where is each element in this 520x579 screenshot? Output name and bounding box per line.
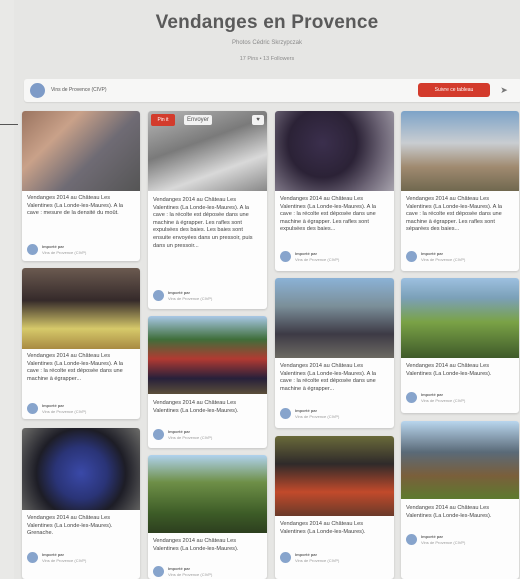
pin-description: Vendanges 2014 au Château Les Valentines… — [27, 195, 123, 217]
pin-description: Vendanges 2014 au Château Les Valentines… — [27, 353, 123, 382]
pin-source[interactable]: Vins de Provence (CIVP) — [421, 257, 465, 262]
like-icon[interactable]: ♥ — [252, 115, 264, 125]
pin-description: Vendanges 2014 au Château Les Valentines… — [27, 515, 113, 537]
pin-photo[interactable] — [275, 278, 394, 358]
pin-card[interactable]: Vendanges 2014 au Château Les Valentines… — [275, 278, 394, 428]
pin-photo[interactable] — [401, 278, 519, 358]
pinned-by-label: Importé par — [42, 403, 65, 408]
pin-card[interactable]: Vendanges 2014 au Château Les Valentines… — [22, 268, 140, 419]
pin-attribution: Importé par Vins de Provence (CIVP) — [153, 288, 262, 304]
pin-card[interactable]: Vendanges 2014 au Château Les Valentines… — [148, 455, 267, 579]
pin-photo[interactable] — [22, 268, 140, 349]
pin-photo[interactable] — [401, 111, 519, 191]
pin-it-button[interactable]: Pin it — [151, 114, 175, 126]
pin-source[interactable]: Vins de Provence (CIVP) — [42, 558, 86, 563]
pin-description: Vendanges 2014 au Château Les Valentines… — [153, 197, 253, 249]
pinned-by-label: Importé par — [421, 534, 444, 539]
pin-card[interactable]: Vendanges 2014 au Château Les Valentines… — [148, 316, 267, 448]
pin-photo[interactable] — [401, 421, 519, 499]
owner-name[interactable]: Vins de Provence (CIVP) — [51, 87, 107, 93]
pinned-by-label: Importé par — [168, 429, 191, 434]
avatar[interactable] — [153, 429, 164, 440]
pin-card[interactable]: Vendanges 2014 au Château Les Valentines… — [22, 111, 140, 261]
pin-card[interactable]: Vendanges 2014 au Château Les Valentines… — [401, 421, 519, 579]
avatar[interactable] — [27, 403, 38, 414]
avatar[interactable] — [280, 408, 291, 419]
pinned-by-label: Importé par — [42, 552, 65, 557]
pinned-by-label: Importé par — [168, 290, 191, 295]
pin-attribution: Importé par Vins de Provence (CIVP) — [406, 249, 514, 265]
pin-card[interactable]: Vendanges 2014 au Château Les Valentines… — [275, 111, 394, 271]
pinned-by-label: Importé par — [295, 251, 318, 256]
board-owner-bar: Vins de Provence (CIVP) Suivre ce tablea… — [24, 79, 520, 102]
pin-description: Vendanges 2014 au Château Les Valentines… — [406, 505, 492, 519]
pin-photo[interactable] — [148, 316, 267, 394]
pin-card[interactable]: Pin it Envoyer ♥ Vendanges 2014 au Châte… — [148, 111, 267, 309]
pin-description: Vendanges 2014 au Château Les Valentines… — [280, 196, 376, 233]
pin-card[interactable]: Vendanges 2014 au Château Les Valentines… — [22, 428, 140, 579]
pinned-by-label: Importé par — [168, 566, 191, 571]
pin-photo[interactable] — [22, 428, 140, 510]
pin-attribution: Importé par Vins de Provence (CIVP) — [27, 242, 135, 258]
pin-card[interactable]: Vendanges 2014 au Château Les Valentines… — [275, 436, 394, 579]
pin-photo[interactable] — [275, 111, 394, 191]
pin-photo[interactable] — [275, 436, 394, 516]
pin-source[interactable]: Vins de Provence (CIVP) — [295, 414, 339, 419]
pin-card[interactable]: Vendanges 2014 au Château Les Valentines… — [401, 278, 519, 413]
pin-attribution: Importé par Vins de Provence (CIVP) — [406, 390, 514, 406]
pin-photo[interactable] — [22, 111, 140, 191]
pin-attribution: Importé par Vins de Provence (CIVP) — [406, 532, 514, 548]
pin-description: Vendanges 2014 au Château Les Valentines… — [280, 521, 366, 535]
send-icon[interactable]: ➤ — [498, 84, 510, 96]
pin-attribution: Importé par Vins de Provence (CIVP) — [27, 550, 135, 566]
pin-description: Vendanges 2014 au Château Les Valentines… — [406, 196, 502, 233]
pin-attribution: Importé par Vins de Provence (CIVP) — [280, 249, 389, 265]
avatar[interactable] — [406, 534, 417, 545]
pin-attribution: Importé par Vins de Provence (CIVP) — [153, 564, 262, 579]
pin-source[interactable]: Vins de Provence (CIVP) — [421, 540, 465, 545]
pinned-by-label: Importé par — [295, 408, 318, 413]
board-title: Vendanges en Provence — [155, 12, 379, 33]
pin-description: Vendanges 2014 au Château Les Valentines… — [406, 363, 492, 377]
pinned-by-label: Importé par — [421, 392, 444, 397]
board-header: Vendanges en Provence Photos Cédric Skrz… — [14, 0, 520, 78]
avatar[interactable] — [406, 392, 417, 403]
pin-source[interactable]: Vins de Provence (CIVP) — [42, 250, 86, 255]
pin-description: Vendanges 2014 au Château Les Valentines… — [280, 363, 376, 392]
pin-attribution: Importé par Vins de Provence (CIVP) — [280, 406, 389, 422]
follow-board-button[interactable]: Suivre ce tableau — [418, 83, 490, 97]
edge-divider — [0, 124, 18, 125]
avatar[interactable] — [153, 566, 164, 577]
pin-photo[interactable] — [148, 455, 267, 533]
pinned-by-label: Importé par — [42, 244, 65, 249]
avatar[interactable] — [153, 290, 164, 301]
pin-attribution: Importé par Vins de Provence (CIVP) — [280, 550, 389, 566]
pinned-by-label: Importé par — [421, 251, 444, 256]
pin-source[interactable]: Vins de Provence (CIVP) — [295, 558, 339, 563]
pin-card[interactable]: Vendanges 2014 au Château Les Valentines… — [401, 111, 519, 271]
pin-source[interactable]: Vins de Provence (CIVP) — [295, 257, 339, 262]
pin-source[interactable]: Vins de Provence (CIVP) — [168, 572, 212, 577]
pin-source[interactable]: Vins de Provence (CIVP) — [168, 435, 212, 440]
pin-source[interactable]: Vins de Provence (CIVP) — [168, 296, 212, 301]
avatar[interactable] — [280, 552, 291, 563]
pin-attribution: Importé par Vins de Provence (CIVP) — [153, 427, 262, 443]
avatar[interactable] — [27, 244, 38, 255]
send-button[interactable]: Envoyer — [184, 115, 213, 125]
pin-description: Vendanges 2014 au Château Les Valentines… — [153, 400, 239, 414]
pin-source[interactable]: Vins de Provence (CIVP) — [421, 398, 465, 403]
avatar[interactable] — [280, 251, 291, 262]
avatar[interactable] — [30, 83, 45, 98]
avatar[interactable] — [27, 552, 38, 563]
pin-attribution: Importé par Vins de Provence (CIVP) — [27, 401, 135, 417]
pinned-by-label: Importé par — [295, 552, 318, 557]
avatar[interactable] — [406, 251, 417, 262]
pin-description: Vendanges 2014 au Château Les Valentines… — [153, 538, 239, 552]
board-subtitle: Photos Cédric Skrzypczak — [231, 40, 303, 46]
pin-source[interactable]: Vins de Provence (CIVP) — [42, 409, 86, 414]
board-stats[interactable]: 17 Pins • 13 Followers — [14, 56, 520, 62]
